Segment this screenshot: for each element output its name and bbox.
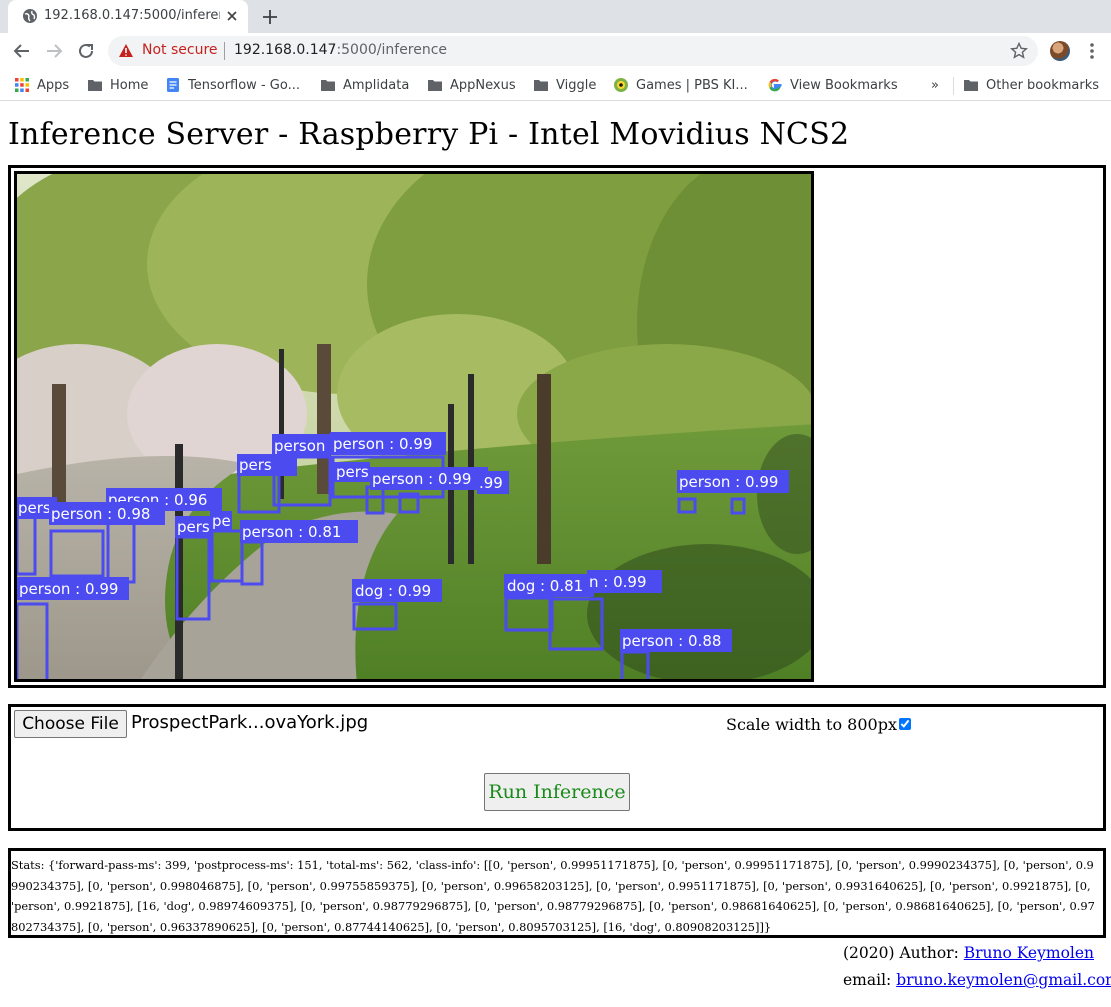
browser-tab-strip: 192.168.0.147:5000/inference — [0, 0, 1111, 33]
bookmark-star-icon[interactable] — [1010, 42, 1028, 60]
bookmark-view-bookmarks[interactable]: View Bookmarks — [767, 75, 898, 95]
folder-icon — [534, 80, 548, 91]
stats-panel: Stats: {'forward-pass-ms': 399, 'postpro… — [8, 848, 1106, 938]
profile-avatar[interactable] — [1050, 41, 1070, 61]
browser-tab[interactable]: 192.168.0.147:5000/inference — [8, 0, 248, 33]
bookmark-appnexus[interactable]: AppNexus — [427, 75, 516, 95]
browser-toolbar: Not secure 192.168.0.147:5000/inference — [0, 33, 1111, 69]
bookmark-label: Other bookmarks — [986, 77, 1100, 93]
apps-grid-icon — [15, 78, 29, 92]
detection-label: dog : 0.99 — [355, 582, 431, 600]
detection-label: person — [274, 437, 325, 455]
detection-label: person : 0.99 — [333, 435, 432, 453]
detection-label: person : 0.88 — [622, 632, 721, 650]
docs-icon — [167, 78, 179, 92]
detection-label: pers — [336, 463, 369, 481]
upload-form: Choose File ProspectPark...ovaYork.jpg S… — [8, 704, 1106, 831]
bookmark-tensorflow[interactable]: Tensorflow - Go... — [165, 75, 300, 95]
author-link[interactable]: Bruno Keymolen — [964, 944, 1094, 962]
not-secure-label[interactable]: Not secure — [142, 42, 218, 58]
url-host: 192.168.0.147 — [234, 42, 337, 58]
omnibox-divider — [224, 42, 225, 60]
park-scene-image: person person : 0.99 pers pers person : … — [17, 174, 811, 679]
bookmark-amplidata[interactable]: Amplidata — [320, 75, 409, 95]
bookmark-apps[interactable]: Apps — [14, 75, 69, 95]
scale-width-checkbox[interactable] — [899, 718, 911, 730]
email-line: email: bruno.keymolen@gmail.com — [843, 971, 1111, 989]
detection-label: n : 0.99 — [589, 573, 647, 591]
bookmark-label: View Bookmarks — [790, 77, 898, 93]
bookmark-label: Amplidata — [343, 77, 410, 93]
new-tab-icon[interactable] — [259, 6, 281, 28]
detection-label: person : 0.81 — [242, 523, 341, 541]
bookmarks-bar: Apps Home Tensorflow - Go... Amplidata A… — [0, 69, 1111, 101]
globe-icon — [23, 9, 37, 23]
more-menu-icon[interactable] — [1084, 41, 1100, 61]
google-icon — [768, 78, 782, 92]
back-arrow-icon[interactable] — [12, 41, 32, 61]
bookmark-label: AppNexus — [450, 77, 516, 93]
bookmark-label: Games | PBS KI... — [636, 77, 748, 93]
bookmark-label: Apps — [37, 77, 70, 93]
author-line: (2020) Author: Bruno Keymolen — [843, 944, 1094, 962]
detection-label: .99 — [479, 474, 503, 492]
folder-icon — [428, 80, 442, 91]
address-bar[interactable]: Not secure 192.168.0.147:5000/inference — [108, 36, 1038, 66]
pbs-kids-icon — [614, 78, 628, 92]
bookmark-home[interactable]: Home — [87, 75, 148, 95]
selected-file-name: ProspectPark...ovaYork.jpg — [131, 712, 369, 733]
detection-label: person : 0.99 — [19, 580, 118, 598]
reload-icon[interactable] — [76, 41, 96, 61]
bookmark-other[interactable]: Other bookmarks — [963, 75, 1099, 95]
bookmark-label: Tensorflow - Go... — [188, 77, 300, 93]
detection-label: dog : 0.81 — [507, 577, 583, 595]
detection-label: person : 0.99 — [679, 473, 778, 491]
choose-file-button[interactable]: Choose File — [14, 710, 127, 738]
bookmark-viggle[interactable]: Viggle — [533, 75, 596, 95]
detection-label: pers — [177, 518, 210, 536]
detection-label: person : 0.98 — [51, 505, 150, 523]
url-text[interactable]: 192.168.0.147:5000/inference — [234, 42, 447, 58]
url-path: :5000/inference — [336, 42, 448, 58]
close-tab-icon[interactable] — [224, 8, 240, 24]
email-prefix: email: — [843, 971, 897, 989]
detection-label: pers — [18, 499, 51, 517]
inference-image: person person : 0.99 pers pers person : … — [14, 171, 814, 682]
detection-label: pe — [212, 512, 231, 530]
overflow-chevron-icon: » — [931, 77, 939, 93]
folder-icon — [964, 80, 978, 91]
stats-text: Stats: {'forward-pass-ms': 399, 'postpro… — [11, 858, 1095, 935]
bookmarks-overflow[interactable]: » — [931, 75, 939, 95]
folder-icon — [88, 80, 102, 91]
result-frame: person person : 0.99 pers pers person : … — [8, 165, 1106, 688]
bookmarks-divider — [953, 77, 954, 95]
detection-label: person : 0.99 — [372, 470, 471, 488]
run-inference-button[interactable]: Run Inference — [484, 773, 630, 811]
email-link[interactable]: bruno.keymolen@gmail.com — [896, 971, 1111, 989]
page-title: Inference Server - Raspberry Pi - Intel … — [8, 117, 850, 152]
forward-arrow-icon[interactable] — [44, 41, 64, 61]
bookmark-pbs-kids[interactable]: Games | PBS KI... — [613, 75, 748, 95]
bookmark-label: Viggle — [556, 77, 597, 93]
author-prefix: (2020) Author: — [843, 944, 964, 962]
warning-triangle-icon[interactable] — [118, 43, 134, 59]
scale-width-label: Scale width to 800px — [726, 715, 897, 734]
tab-title: 192.168.0.147:5000/inference — [44, 8, 220, 23]
folder-icon — [321, 80, 335, 91]
detection-label: pers — [239, 456, 272, 474]
bookmark-label: Home — [110, 77, 149, 93]
